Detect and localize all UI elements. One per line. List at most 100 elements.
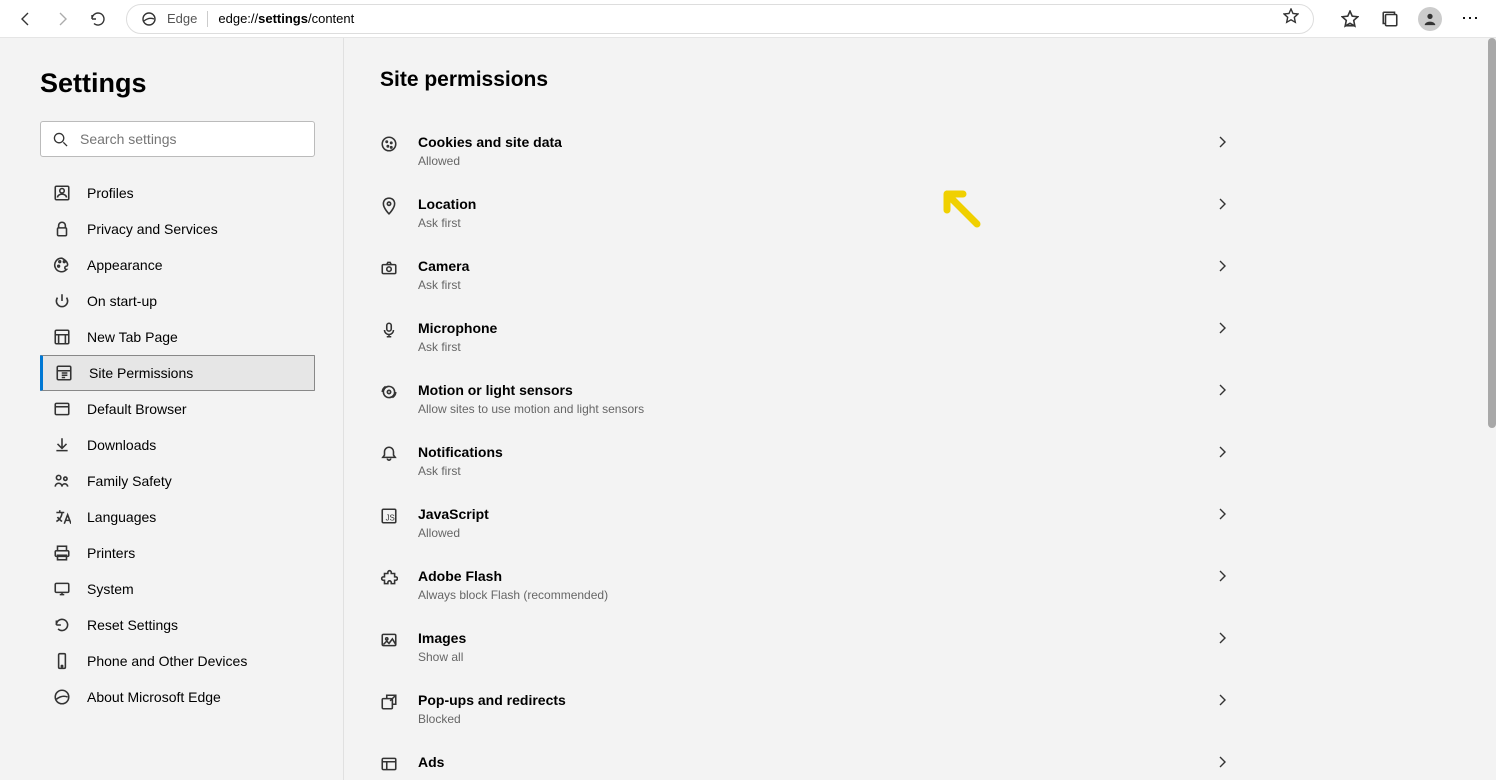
sidebar-item-about[interactable]: About Microsoft Edge bbox=[40, 679, 315, 715]
permissions-icon bbox=[55, 364, 73, 382]
permission-javascript[interactable]: JS JavaScript Allowed bbox=[380, 492, 1230, 554]
sidebar-item-default-browser[interactable]: Default Browser bbox=[40, 391, 315, 427]
main-content: Site permissions Cookies and site dataAl… bbox=[344, 38, 1496, 780]
image-icon bbox=[380, 631, 398, 649]
sidebar-item-profiles[interactable]: Profiles bbox=[40, 175, 315, 211]
scrollbar-thumb[interactable] bbox=[1488, 38, 1496, 428]
sidebar-item-label: System bbox=[87, 581, 134, 597]
search-input[interactable] bbox=[80, 131, 302, 147]
sidebar-item-appearance[interactable]: Appearance bbox=[40, 247, 315, 283]
sidebar-item-downloads[interactable]: Downloads bbox=[40, 427, 315, 463]
permission-cookies[interactable]: Cookies and site dataAllowed bbox=[380, 120, 1230, 182]
phone-icon bbox=[53, 652, 71, 670]
sidebar-item-label: Phone and Other Devices bbox=[87, 653, 247, 669]
permission-status: Blocked bbox=[418, 712, 1194, 726]
permission-motion[interactable]: Motion or light sensorsAllow sites to us… bbox=[380, 368, 1230, 430]
permission-status: Show all bbox=[418, 650, 1194, 664]
permission-notifications[interactable]: NotificationsAsk first bbox=[380, 430, 1230, 492]
favorites-icon[interactable] bbox=[1332, 1, 1368, 37]
back-button[interactable] bbox=[8, 1, 44, 37]
svg-text:JS: JS bbox=[386, 514, 395, 523]
more-menu-icon[interactable]: ⋯ bbox=[1452, 1, 1488, 37]
sidebar-item-phone[interactable]: Phone and Other Devices bbox=[40, 643, 315, 679]
edge-logo-icon bbox=[141, 11, 157, 27]
sidebar-item-label: Reset Settings bbox=[87, 617, 178, 633]
chevron-right-icon bbox=[1214, 258, 1230, 274]
grid-icon bbox=[53, 328, 71, 346]
sidebar-item-label: Family Safety bbox=[87, 473, 172, 489]
address-url: edge://settings/content bbox=[218, 11, 354, 26]
permission-flash[interactable]: Adobe Flash Always block Flash (recommend… bbox=[380, 554, 1230, 616]
permission-microphone[interactable]: Microphone Ask first bbox=[380, 306, 1230, 368]
sidebar-item-label: Site Permissions bbox=[89, 365, 193, 381]
permission-status: Allowed bbox=[418, 526, 1194, 540]
lock-icon bbox=[53, 220, 71, 238]
star-outline-icon[interactable] bbox=[1283, 8, 1299, 29]
search-icon bbox=[53, 132, 68, 147]
ads-icon bbox=[380, 755, 398, 773]
sidebar-item-family[interactable]: Family Safety bbox=[40, 463, 315, 499]
permission-images[interactable]: Images Show all bbox=[380, 616, 1230, 678]
permission-popups[interactable]: Pop-ups and redirects Blocked bbox=[380, 678, 1230, 740]
search-settings-box[interactable] bbox=[40, 121, 315, 157]
sidebar-item-privacy[interactable]: Privacy and Services bbox=[40, 211, 315, 247]
chevron-right-icon bbox=[1214, 630, 1230, 646]
profile-avatar[interactable] bbox=[1412, 1, 1448, 37]
sidebar-item-startup[interactable]: On start-up bbox=[40, 283, 315, 319]
permissions-list: Cookies and site dataAllowed Location Ask… bbox=[380, 120, 1230, 780]
sidebar-item-system[interactable]: System bbox=[40, 571, 315, 607]
sidebar-item-permissions[interactable]: Site Permissions bbox=[40, 355, 315, 391]
permission-status: Ask first bbox=[418, 216, 1194, 230]
permission-title: Microphone bbox=[418, 320, 1194, 336]
sidebar-item-languages[interactable]: Languages bbox=[40, 499, 315, 535]
sidebar-item-printers[interactable]: Printers bbox=[40, 535, 315, 571]
language-icon bbox=[53, 508, 71, 526]
permission-location[interactable]: Location Ask first bbox=[380, 182, 1230, 244]
sidebar-item-label: New Tab Page bbox=[87, 329, 178, 345]
toolbar-actions: ⋯ bbox=[1332, 1, 1488, 37]
sidebar-item-label: Default Browser bbox=[87, 401, 187, 417]
forward-button[interactable] bbox=[44, 1, 80, 37]
permission-title: Camera bbox=[418, 258, 1194, 274]
permission-status: Ask first bbox=[418, 340, 1194, 354]
permission-status: Ask first bbox=[418, 464, 1194, 478]
permission-title: Images bbox=[418, 630, 1194, 646]
palette-icon bbox=[53, 256, 71, 274]
microphone-icon bbox=[380, 321, 398, 339]
permission-ads[interactable]: Ads bbox=[380, 740, 1230, 780]
cookie-icon bbox=[380, 135, 398, 153]
sidebar-item-label: Profiles bbox=[87, 185, 134, 201]
permission-title: Pop-ups and redirects bbox=[418, 692, 1194, 708]
camera-icon bbox=[380, 259, 398, 277]
address-separator bbox=[207, 11, 208, 27]
address-bar[interactable]: Edge edge://settings/content bbox=[126, 4, 1314, 34]
popup-icon bbox=[380, 693, 398, 711]
chevron-right-icon bbox=[1214, 134, 1230, 150]
sidebar-item-newtab[interactable]: New Tab Page bbox=[40, 319, 315, 355]
printer-icon bbox=[53, 544, 71, 562]
family-icon bbox=[53, 472, 71, 490]
permission-status: Always block Flash (recommended) bbox=[418, 588, 1194, 602]
sidebar-item-label: About Microsoft Edge bbox=[87, 689, 221, 705]
collections-icon[interactable] bbox=[1372, 1, 1408, 37]
sidebar-item-reset[interactable]: Reset Settings bbox=[40, 607, 315, 643]
permission-camera[interactable]: Camera Ask first bbox=[380, 244, 1230, 306]
refresh-button[interactable] bbox=[80, 1, 116, 37]
permission-title: JavaScript bbox=[418, 506, 1194, 522]
permission-title: Adobe Flash bbox=[418, 568, 1194, 584]
chevron-right-icon bbox=[1214, 196, 1230, 212]
reset-icon bbox=[53, 616, 71, 634]
power-icon bbox=[53, 292, 71, 310]
location-icon bbox=[380, 197, 398, 215]
javascript-icon: JS bbox=[380, 507, 398, 525]
permission-status: Ask first bbox=[418, 278, 1194, 292]
address-brand: Edge bbox=[167, 11, 197, 26]
chevron-right-icon bbox=[1214, 692, 1230, 708]
sidebar-item-label: Privacy and Services bbox=[87, 221, 218, 237]
sidebar-item-label: Downloads bbox=[87, 437, 156, 453]
sidebar-nav: Profiles Privacy and Services Appearance… bbox=[40, 175, 315, 715]
sidebar-item-label: On start-up bbox=[87, 293, 157, 309]
page-title: Site permissions bbox=[380, 68, 1460, 92]
permission-title: Location bbox=[418, 196, 1194, 212]
chevron-right-icon bbox=[1214, 320, 1230, 336]
